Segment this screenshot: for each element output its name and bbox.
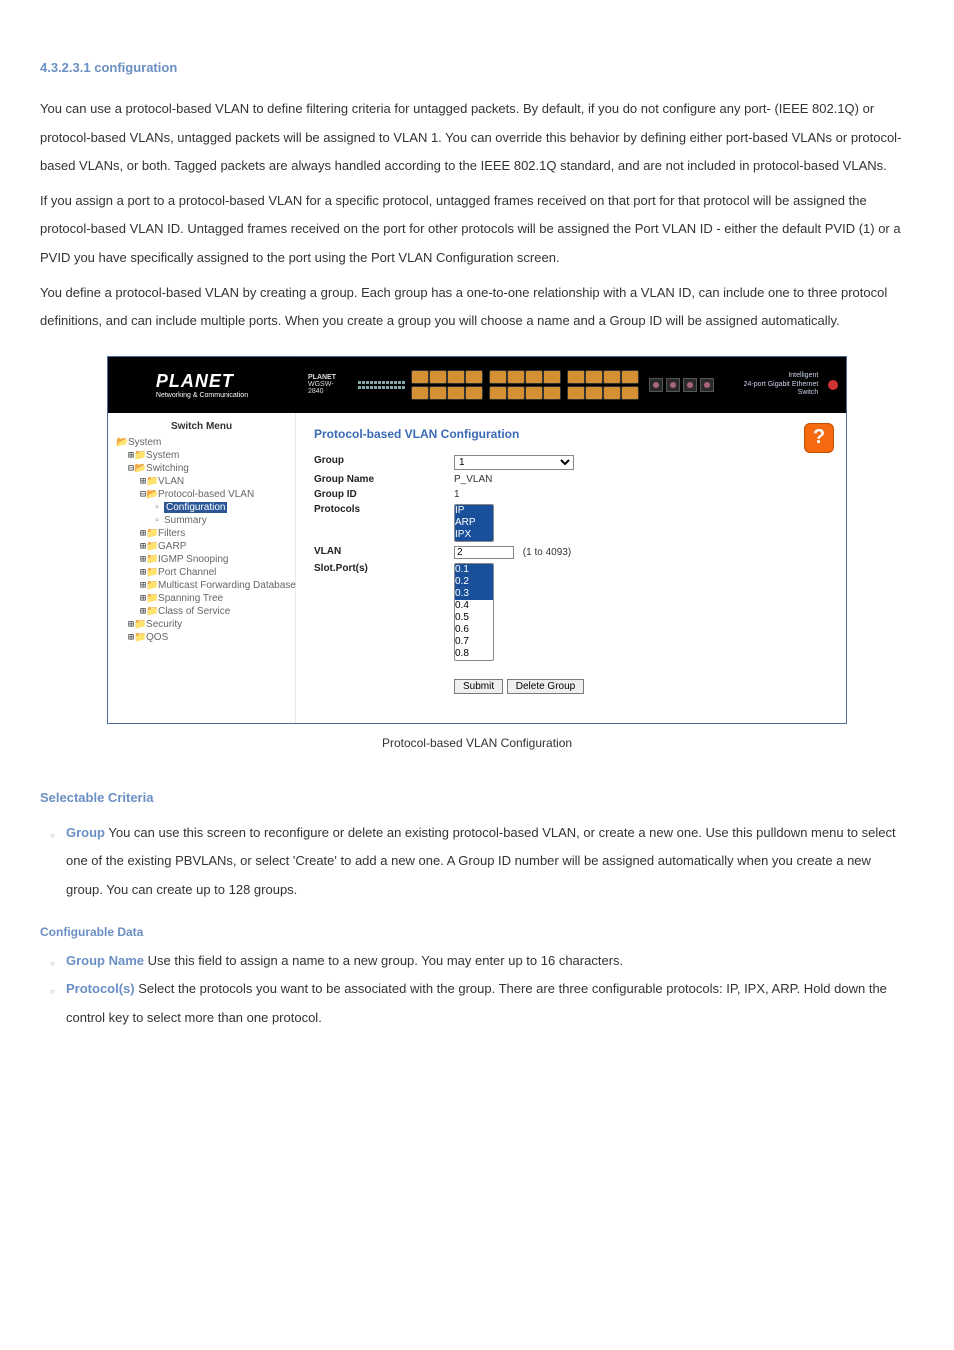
sfp-ports xyxy=(649,378,714,392)
group-id-value: 1 xyxy=(454,489,828,500)
nav-mcast[interactable]: ⊞📁Multicast Forwarding Database xyxy=(116,579,291,592)
nav-garp[interactable]: ⊞📁GARP xyxy=(116,540,291,553)
field-protocols-name: Protocol(s) xyxy=(66,981,135,996)
section-heading: 4.3.2.3.1 configuration xyxy=(40,60,914,75)
bullet-icon: ○ xyxy=(50,947,66,976)
nav-system[interactable]: ⊞📁System xyxy=(116,449,291,462)
port-group-3 xyxy=(567,370,639,400)
nav-system-root[interactable]: 📂System xyxy=(116,436,291,449)
nav-filters[interactable]: ⊞📁Filters xyxy=(116,527,291,540)
bullet-icon: ○ xyxy=(50,819,66,905)
group-name-label: Group Name xyxy=(314,474,454,485)
vlan-range: (1 to 4093) xyxy=(523,547,571,558)
bullet-icon: ○ xyxy=(50,975,66,1032)
field-groupname-desc: Use this field to assign a name to a new… xyxy=(144,953,623,968)
port-group-1 xyxy=(411,370,483,400)
main-panel: ? Protocol-based VLAN Configuration Grou… xyxy=(296,413,846,723)
intro-paragraph-2: If you assign a port to a protocol-based… xyxy=(40,187,914,273)
nav-pbv[interactable]: ⊟📂Protocol-based VLAN xyxy=(116,488,291,501)
nav-sidebar: Switch Menu 📂System ⊞📁System ⊟📂Switching… xyxy=(108,413,296,723)
field-groupname-name: Group Name xyxy=(66,953,144,968)
nav-summary[interactable]: ▫Summary xyxy=(116,514,291,527)
field-group: ○ Group You can use this screen to recon… xyxy=(50,819,914,905)
config-form: Group 1 Group Name P_VLAN Group ID 1 Pro… xyxy=(314,455,828,661)
status-leds xyxy=(358,381,405,389)
configurable-heading: Configurable Data xyxy=(40,925,914,939)
page-title: Protocol-based VLAN Configuration xyxy=(314,427,828,441)
vlan-label: VLAN xyxy=(314,546,454,559)
field-protocols-row: ○ Protocol(s) Select the protocols you w… xyxy=(50,975,914,1032)
device-banner: PLANET Networking & Communication PLANET… xyxy=(108,357,846,413)
field-protocols-desc: Select the protocols you want to be asso… xyxy=(66,981,887,1025)
nav-vlan[interactable]: ⊞📁VLAN xyxy=(116,475,291,488)
nav-portchannel[interactable]: ⊞📁Port Channel xyxy=(116,566,291,579)
nav-spanning-tree[interactable]: ⊞📁Spanning Tree xyxy=(116,592,291,605)
device-name: Intelligent 24-port Gigabit Ethernet Swi… xyxy=(724,372,818,397)
intro-paragraph-3: You define a protocol-based VLAN by crea… xyxy=(40,279,914,336)
reset-button-icon xyxy=(828,380,838,390)
nav-cos[interactable]: ⊞📁Class of Service xyxy=(116,605,291,618)
logo-text: PLANET xyxy=(156,371,234,391)
group-select[interactable]: 1 xyxy=(454,455,574,470)
brand-logo: PLANET Networking & Communication xyxy=(108,357,296,413)
slotport-list[interactable]: 0.1 0.2 0.3 0.4 0.5 0.6 0.7 0.8 xyxy=(454,563,494,661)
slotport-label: Slot.Port(s) xyxy=(314,563,454,661)
selectable-heading: Selectable Criteria xyxy=(40,790,914,805)
port-group-2 xyxy=(489,370,561,400)
nav-switching[interactable]: ⊟📂Switching xyxy=(116,462,291,475)
nav-title: Switch Menu xyxy=(108,413,295,436)
figure-caption: Protocol-based VLAN Configuration xyxy=(40,736,914,750)
intro-paragraph-1: You can use a protocol-based VLAN to def… xyxy=(40,95,914,181)
field-group-name-row: ○ Group Name Use this field to assign a … xyxy=(50,947,914,976)
group-name-value: P_VLAN xyxy=(454,474,828,485)
field-group-name: Group xyxy=(66,825,105,840)
group-label: Group xyxy=(314,455,454,470)
screenshot-figure: Help PLANET Networking & Communication P… xyxy=(107,356,847,724)
help-icon[interactable]: ? xyxy=(804,423,834,453)
figure-container: Help PLANET Networking & Communication P… xyxy=(40,356,914,724)
port-panel: PLANET WGSW-2840 xyxy=(308,363,838,407)
protocols-list[interactable]: IP ARP IPX xyxy=(454,504,494,542)
nav-qos[interactable]: ⊞📁QOS xyxy=(116,631,291,644)
group-id-label: Group ID xyxy=(314,489,454,500)
nav-igmp[interactable]: ⊞📁IGMP Snooping xyxy=(116,553,291,566)
nav-security[interactable]: ⊞📁Security xyxy=(116,618,291,631)
delete-group-button[interactable]: Delete Group xyxy=(507,679,584,694)
vlan-input[interactable] xyxy=(454,546,514,559)
submit-button[interactable]: Submit xyxy=(454,679,503,694)
nav-configuration[interactable]: ▫Configuration xyxy=(116,501,291,514)
model-label: PLANET WGSW-2840 xyxy=(308,374,348,395)
logo-subtext: Networking & Communication xyxy=(156,392,248,399)
protocols-label: Protocols xyxy=(314,504,454,542)
field-group-desc: You can use this screen to reconfigure o… xyxy=(66,825,896,897)
